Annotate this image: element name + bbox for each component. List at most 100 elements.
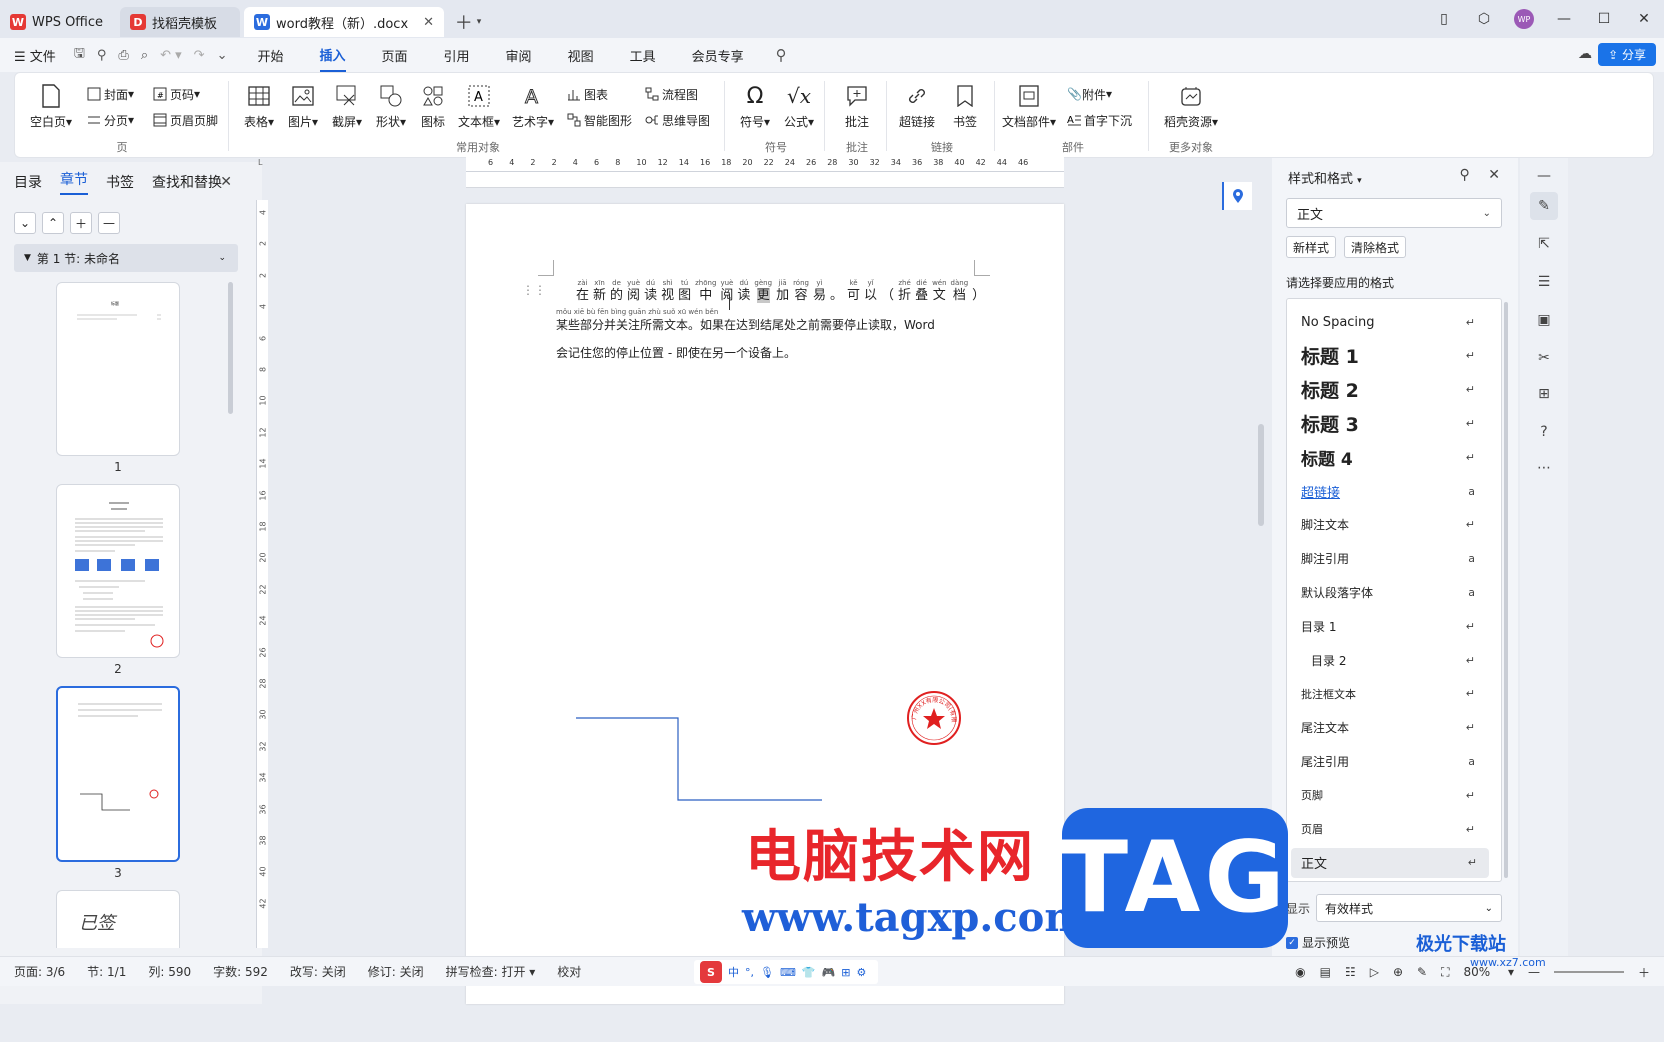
mindmap-button[interactable]: 思维导图 (645, 109, 710, 131)
tab-insert[interactable]: 插入 (319, 39, 346, 72)
avatar[interactable]: WP (1514, 9, 1534, 29)
layout-icon[interactable]: ▯ (1424, 11, 1464, 27)
hyperlink-button[interactable]: 超链接 (891, 81, 943, 130)
chevron-up-icon[interactable]: ⌃ (42, 212, 64, 234)
select-cursor-icon[interactable]: ⇱ (1530, 230, 1558, 258)
textbox-button[interactable]: A 文本框▾ (453, 81, 505, 130)
pin-icon[interactable]: ⚲ (1460, 167, 1470, 183)
microphone-icon[interactable]: 🎙 (760, 966, 774, 979)
document-parts-button[interactable]: 文档部件▾ (999, 81, 1059, 130)
show-filter-select[interactable]: 有效样式 ⌄ (1316, 894, 1502, 922)
style-item[interactable]: 标题 4 ↵ (1287, 442, 1487, 472)
new-style-button[interactable]: 新样式 (1286, 236, 1337, 258)
horizontal-ruler[interactable]: 6 4 2 2 4 6 8 10 12 14 16 18 20 22 24 26 28 30 32 34 36 38 40 4… (466, 156, 1064, 172)
maximize-icon[interactable]: ☐ (1584, 11, 1624, 27)
comment-button[interactable]: 批注 (831, 81, 883, 130)
style-item[interactable]: 页眉 ↵ (1287, 814, 1487, 844)
tab-member[interactable]: 会员专享 (692, 40, 744, 71)
play-icon[interactable]: ▷ (1370, 965, 1379, 979)
redo-icon[interactable]: ↷ (194, 48, 205, 63)
web-view-icon[interactable]: ⊕ (1393, 965, 1403, 979)
tab-find-replace[interactable]: 查找和替换 (152, 172, 222, 192)
settings-icon[interactable]: ⚙ (856, 966, 866, 979)
spell-check[interactable]: 拼写检查: 打开 ▾ (446, 963, 536, 980)
overwrite-mode[interactable]: 改写: 关闭 (290, 963, 346, 980)
formula-button[interactable]: √x 公式▾ (773, 81, 825, 130)
drop-cap-button[interactable]: A 首字下沉 (1067, 109, 1132, 131)
close-tab-icon[interactable]: ✕ (423, 15, 434, 30)
attachment-button[interactable]: 📎 附件 ▾ (1067, 83, 1112, 105)
adjust-sliders-icon[interactable]: ☰ (1530, 268, 1558, 296)
input-method-bar[interactable]: S 中 °, 🎙 ⌨ 👕 🎮 ⊞ ⚙ (694, 960, 879, 984)
page-thumbnail[interactable]: 已签 (56, 890, 180, 948)
ruby-text-line[interactable]: zài 在 xīn 新 de 的 yuè 阅 dú 读 shì 视 tú 图 zhōng 中 yuè 阅 dú 读 gè… (576, 278, 989, 303)
save-icon[interactable]: 🖫 (74, 44, 85, 66)
write-mode-icon[interactable]: ✎ (1417, 965, 1427, 979)
track-changes[interactable]: 修订: 关闭 (368, 963, 424, 980)
tab-bookmarks[interactable]: 书签 (106, 172, 134, 192)
document-scrollbar[interactable] (1258, 424, 1264, 526)
remove-section-icon[interactable]: — (98, 212, 120, 234)
style-list-scrollbar[interactable] (1504, 302, 1508, 878)
apps-grid-icon[interactable]: ⊞ (841, 966, 850, 979)
chevron-down-icon[interactable]: ⌄ (14, 212, 36, 234)
vertical-ruler[interactable]: 4 2 2 4 6 8 10 12 14 16 18 20 22 24 26 28 30 32 34 36 38 40 42 (256, 200, 268, 948)
tools-icon[interactable]: ✂ (1530, 344, 1558, 372)
drag-handle-icon[interactable]: ⋮⋮ (522, 283, 546, 297)
page-thumbnail[interactable]: 标题 (56, 282, 180, 456)
more-icon[interactable]: ⋯ (1530, 454, 1558, 482)
chevron-down-icon[interactable]: ⌄ (218, 253, 226, 263)
zoom-in-icon[interactable]: ＋ (1638, 964, 1650, 981)
style-item[interactable]: 正文 ↵ (1291, 847, 1489, 878)
more-quick-access-icon[interactable]: ⌄ (217, 48, 228, 63)
add-section-icon[interactable]: ＋ (70, 212, 92, 234)
new-tab-button[interactable]: ＋ ▾ (448, 7, 488, 37)
style-item[interactable]: 脚注引用 a (1287, 544, 1487, 574)
undo-icon[interactable]: ↶ ▾ (160, 48, 182, 63)
zoom-slider[interactable] (1553, 971, 1624, 973)
search-icon[interactable]: ⚲ (776, 46, 787, 64)
game-icon[interactable]: 🎮 (822, 966, 836, 979)
connector-line[interactable] (574, 716, 824, 806)
fit-page-icon[interactable]: ⛶ (1441, 965, 1449, 980)
docer-resources-button[interactable]: 稻壳资源▾ (1159, 81, 1223, 130)
header-footer-button[interactable]: 页眉页脚 (153, 109, 218, 131)
ime-language[interactable]: 中 (728, 964, 739, 980)
tab-toc[interactable]: 目录 (14, 172, 42, 192)
smartart-button[interactable]: 智能图形 (567, 109, 632, 131)
style-item[interactable]: 超链接 a (1287, 476, 1487, 506)
help-icon[interactable]: ? (1530, 418, 1558, 446)
location-marker[interactable] (1222, 182, 1252, 210)
outline-view-icon[interactable]: ☷ (1345, 965, 1356, 979)
style-item[interactable]: 目录 2 ↵ (1287, 645, 1487, 675)
close-panel-icon[interactable]: ✕ (220, 174, 232, 190)
page-view-icon[interactable]: ▤ (1320, 965, 1331, 979)
minimize-icon[interactable]: — (1544, 11, 1584, 27)
section-indicator[interactable]: 节: 1/1 (87, 963, 126, 980)
tab-review[interactable]: 审阅 (506, 40, 532, 71)
page-break-button[interactable]: 分页 ▾ (87, 109, 134, 131)
bookmark-button[interactable]: 书签 (939, 81, 991, 130)
link-icon[interactable]: ⚲ (97, 48, 107, 63)
style-item[interactable]: 脚注文本 ↵ (1287, 510, 1487, 540)
section-header[interactable]: ▼ 第 1 节: 未命名 ⌄ (14, 244, 238, 272)
print-preview-icon[interactable]: ⌕ (141, 48, 148, 63)
current-style-select[interactable]: 正文 ⌄ (1286, 198, 1502, 228)
style-item[interactable]: 标题 2 ↵ (1287, 375, 1487, 405)
style-item[interactable]: 尾注引用 a (1287, 746, 1487, 776)
style-item[interactable]: 标题 3 ↵ (1287, 408, 1487, 438)
show-preview-checkbox[interactable]: ✓ 显示预览 (1286, 934, 1350, 951)
style-item[interactable]: No Spacing ↵ (1287, 307, 1487, 337)
picture-edit-icon[interactable]: ▣ (1530, 306, 1558, 334)
tab-view[interactable]: 视图 (568, 40, 594, 71)
keyboard-icon[interactable]: ⌨ (780, 966, 796, 979)
clear-format-button[interactable]: 清除格式 (1344, 236, 1407, 258)
style-item[interactable]: 标题 1 ↵ (1287, 341, 1487, 371)
word-count[interactable]: 字数: 592 (213, 963, 268, 980)
skin-icon[interactable]: 👕 (802, 966, 816, 979)
page-indicator[interactable]: 页面: 3/6 (14, 963, 65, 980)
style-item[interactable]: 目录 1 ↵ (1287, 611, 1487, 641)
close-icon[interactable]: ✕ (1488, 167, 1500, 183)
share-button[interactable]: ⇪ 分享 (1598, 43, 1656, 66)
blank-page-button[interactable]: 空白页▾ (25, 81, 77, 130)
